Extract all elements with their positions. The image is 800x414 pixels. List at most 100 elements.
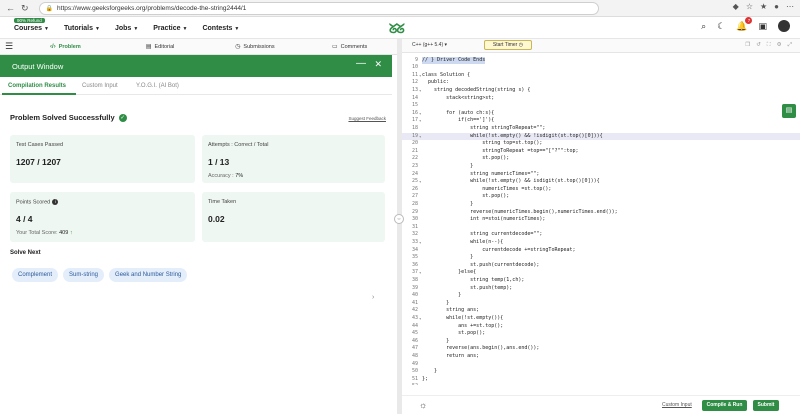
code-line[interactable]: 36 st.push(currentdecode); bbox=[402, 262, 800, 270]
code-line[interactable]: 27 st.pop(); bbox=[402, 193, 800, 201]
star-icon[interactable]: ☆ bbox=[746, 2, 753, 11]
code-line[interactable]: 15 bbox=[402, 102, 800, 110]
code-line[interactable]: 22 st.pop(); bbox=[402, 155, 800, 163]
nav-jobs[interactable]: Jobs ▼ bbox=[115, 25, 138, 32]
code-line[interactable]: 18 string stringToRepeat=""; bbox=[402, 125, 800, 133]
code-line[interactable]: 52 bbox=[402, 383, 800, 385]
code-line[interactable]: 12 public: bbox=[402, 79, 800, 87]
solve-next-chip[interactable]: Complement bbox=[12, 268, 59, 282]
code-line[interactable]: 10 bbox=[402, 64, 800, 72]
code-line[interactable]: 46 } bbox=[402, 338, 800, 346]
chevron-down-icon: ▼ bbox=[133, 26, 139, 32]
code-line[interactable]: 19 ▾ while(!st.empty() && !isdigit(st.top… bbox=[402, 132, 800, 141]
code-line[interactable]: 21 stringToRepeat =top=="["?"":top; bbox=[402, 148, 800, 156]
code-line[interactable]: 42 string ans; bbox=[402, 307, 800, 315]
menu-icon[interactable]: ☰ bbox=[0, 41, 18, 52]
code-editor[interactable]: 9 // } Driver Code Ends 10 11 ▾ class Solutio… bbox=[402, 53, 800, 385]
profile-icon[interactable]: ● bbox=[774, 2, 779, 11]
code-line[interactable]: 33 ▾ while(n--){ bbox=[402, 239, 800, 247]
code-line[interactable]: 16 ▾ for (auto ch:s){ bbox=[402, 110, 800, 118]
courses-icon[interactable]: ▣ bbox=[758, 21, 767, 32]
sun-icon[interactable]: ☼ bbox=[419, 400, 427, 410]
code-line[interactable]: 26 numericTimes =st.top(); bbox=[402, 186, 800, 194]
code-line[interactable]: 41 } bbox=[402, 300, 800, 308]
address-bar[interactable]: 🔒 https://www.geeksforgeeks.org/problems… bbox=[38, 1, 599, 15]
extension-icon[interactable]: ◆ bbox=[733, 2, 739, 11]
code-line[interactable]: 31 bbox=[402, 224, 800, 232]
nav-contests[interactable]: Contests ▼ bbox=[202, 25, 239, 32]
tab-submissions[interactable]: ◷ Submissions bbox=[208, 43, 303, 51]
copy-icon[interactable]: ❐ bbox=[745, 42, 750, 49]
nav-practice[interactable]: Practice ▼ bbox=[153, 25, 187, 32]
solve-next-chip[interactable]: Sum-string bbox=[63, 268, 105, 282]
start-timer-button[interactable]: Start Timer ◷ bbox=[484, 40, 532, 50]
line-number: 17 bbox=[411, 117, 418, 124]
code-text: reverse(numericTimes.begin(),numericTime… bbox=[422, 208, 618, 215]
code-line[interactable]: 40 } bbox=[402, 292, 800, 300]
time-value: 0.02 bbox=[208, 214, 225, 224]
chevron-right-icon[interactable]: › bbox=[372, 294, 374, 301]
code-line[interactable]: 29 reverse(numericTimes.begin(),numericT… bbox=[402, 209, 800, 217]
more-icon[interactable]: ⋯ bbox=[786, 2, 794, 11]
language-select[interactable]: C++ (g++ 5.4) ▾ bbox=[412, 42, 447, 48]
custom-input-link[interactable]: Custom Input bbox=[662, 402, 692, 408]
info-icon[interactable]: i bbox=[52, 199, 59, 205]
code-line[interactable]: 24 string numericTimes=""; bbox=[402, 171, 800, 179]
code-line[interactable]: 34 currentdecode +=stringToRepeat; bbox=[402, 247, 800, 255]
suggest-feedback-link[interactable]: Suggest Feedback bbox=[348, 116, 386, 121]
nav-courses[interactable]: Courses ▼ bbox=[14, 25, 49, 32]
code-line[interactable]: 14 stack<string>st; bbox=[402, 95, 800, 103]
tab-problem[interactable]: ‹/› Problem bbox=[18, 44, 113, 50]
gfg-logo[interactable]: ᘜᘜ bbox=[389, 21, 405, 37]
avatar[interactable] bbox=[778, 20, 790, 32]
tab-comments[interactable]: ▭ Comments bbox=[302, 43, 397, 51]
code-line[interactable]: 9 // } Driver Code Ends bbox=[402, 56, 800, 65]
code-line[interactable]: 38 string temp(1,ch); bbox=[402, 277, 800, 285]
fullscreen-icon[interactable]: ⛶ bbox=[767, 42, 771, 49]
minimize-icon[interactable]: — bbox=[356, 58, 366, 69]
tab-compilation-results[interactable]: Compilation Results bbox=[8, 83, 66, 89]
code-line[interactable]: 45 st.pop(); bbox=[402, 330, 800, 338]
code-line[interactable]: 25 ▾ while(!st.empty() && isdigit(st.top(… bbox=[402, 178, 800, 186]
settings-icon[interactable]: ⚙ bbox=[777, 42, 782, 49]
submit-button[interactable]: Submit bbox=[753, 400, 779, 411]
code-line[interactable]: 35 } bbox=[402, 254, 800, 262]
code-line[interactable]: 47 reverse(ans.begin(),ans.end()); bbox=[402, 345, 800, 353]
reset-icon[interactable]: ↺ bbox=[756, 42, 761, 49]
code-line[interactable]: 51}; bbox=[402, 376, 800, 384]
solve-next-chip[interactable]: Geek and Number String bbox=[109, 268, 188, 282]
code-line[interactable]: 39 st.push(temp); bbox=[402, 285, 800, 293]
notification-icon[interactable]: 🔔 7 bbox=[736, 16, 753, 32]
code-line[interactable]: 28 } bbox=[402, 201, 800, 209]
output-window-header: Output Window — ✕ bbox=[0, 55, 392, 77]
code-line[interactable]: 23 } bbox=[402, 163, 800, 171]
code-line[interactable]: 13 ▾ string decodedString(string s) { bbox=[402, 87, 800, 95]
tab-custom-input[interactable]: Custom Input bbox=[82, 83, 118, 89]
code-line[interactable]: 43 ▾ while(!st.empty()){ bbox=[402, 315, 800, 323]
tab-yogi-ai-bot[interactable]: Y.O.G.I. (AI Bot) bbox=[136, 83, 179, 89]
theme-toggle-icon[interactable]: ☾ bbox=[717, 21, 725, 32]
back-icon[interactable]: ← bbox=[6, 3, 15, 13]
line-number: 43 bbox=[411, 314, 418, 321]
code-line[interactable]: 37 ▾ }else{ bbox=[402, 269, 800, 277]
code-line[interactable]: 32 string currentdecode=""; bbox=[402, 231, 800, 239]
code-line[interactable]: 49 bbox=[402, 361, 800, 369]
code-line[interactable]: 17 ▾ if(ch==']'){ bbox=[402, 117, 800, 125]
nav-tutorials[interactable]: Tutorials ▼ bbox=[64, 25, 100, 32]
expand-icon[interactable]: ⤢ bbox=[788, 42, 792, 49]
code-line[interactable]: 30 int n=stoi(numericTimes); bbox=[402, 216, 800, 224]
close-icon[interactable]: ✕ bbox=[374, 59, 382, 70]
code-text: int n=stoi(numericTimes); bbox=[422, 216, 546, 223]
refresh-icon[interactable]: ↻ bbox=[21, 3, 29, 13]
code-text: } bbox=[422, 254, 474, 261]
search-icon[interactable]: ⌕ bbox=[701, 21, 706, 32]
code-line[interactable]: 48 return ans; bbox=[402, 353, 800, 361]
code-line[interactable]: 44 ans +=st.top(); bbox=[402, 323, 800, 331]
tab-editorial[interactable]: ▤ Editorial bbox=[113, 43, 208, 51]
favorites-icon[interactable]: ★ bbox=[760, 2, 767, 11]
code-line[interactable]: 50 } bbox=[402, 368, 800, 376]
code-line[interactable]: 11 ▾ class Solution { bbox=[402, 72, 800, 80]
compile-run-button[interactable]: Compile & Run bbox=[702, 400, 747, 411]
chat-icon[interactable]: ▤ bbox=[782, 104, 796, 118]
code-line[interactable]: 20 string top=st.top(); bbox=[402, 140, 800, 148]
